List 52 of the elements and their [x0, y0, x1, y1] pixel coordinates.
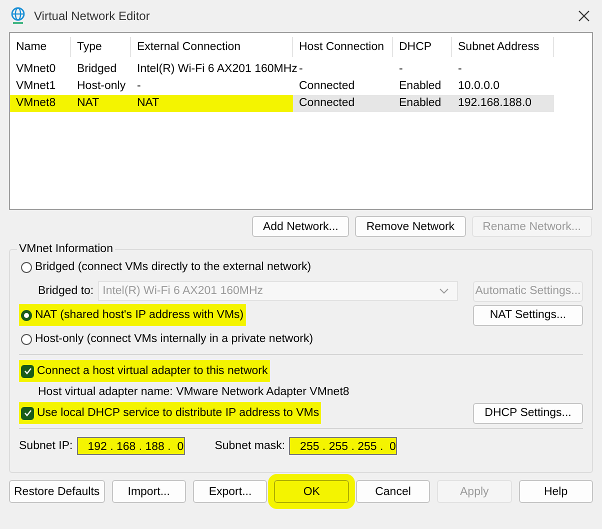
column-header[interactable]: Name: [10, 37, 71, 57]
table-cell-text: 192.168.188.0: [457, 96, 533, 111]
table-cell-text: VMnet1: [15, 79, 57, 94]
dialog-button[interactable]: Cancel: [356, 480, 430, 503]
field-label: Subnet mask:: [214, 440, 286, 452]
table-cell-text: Enabled: [398, 96, 442, 111]
table-row[interactable]: VMnet1 Host-only - Connected Enabled 10.0.0.0: [10, 78, 554, 95]
dialog-button[interactable]: Restore Defaults: [9, 480, 105, 503]
column-header[interactable]: Subnet Address: [452, 37, 554, 57]
field-label: Subnet IP:: [19, 440, 73, 452]
table-cell: VMnet8: [10, 95, 71, 112]
subnet-ip-field[interactable]: 192 . 168 . 188 . 0: [76, 437, 185, 455]
table-row[interactable]: VMnet0 Bridged Intel(R) Wi-Fi 6 AX201 160MHz- - -: [10, 61, 554, 78]
column-header[interactable]: DHCP: [393, 37, 452, 57]
globe-icon: [10, 7, 26, 25]
close-icon[interactable]: [578, 10, 590, 22]
table-row[interactable]: VMnet8 NAT NAT Connected Enabled 192.168.188.0: [10, 95, 554, 112]
table-cell: NAT: [131, 95, 293, 112]
subnet-mask-field[interactable]: 255 . 255 . 255 . 0: [289, 437, 398, 455]
table-cell-text: Connected: [298, 79, 356, 94]
table-cell-text: Connected: [298, 96, 356, 111]
table-cell: NAT: [71, 95, 131, 112]
dialog-button[interactable]: Import...: [112, 480, 186, 503]
connect-adapter-checkbox[interactable]: Connect a host virtual adapter to this network: [19, 360, 270, 382]
host-only-radio[interactable]: Host-only (connect VMs internally in a private network): [19, 328, 316, 350]
table-cell-text: 10.0.0.0: [457, 79, 501, 94]
dialog-button[interactable]: Help: [518, 480, 593, 503]
adapter-name-text: Host virtual adapter name: VMware Network Adapter VMnet8: [38, 386, 350, 398]
table-cell-text: VMnet0: [15, 62, 57, 77]
chevron-down-icon: [438, 288, 449, 294]
dhcp-checkbox[interactable]: Use local DHCP service to distribute IP address to VMs: [19, 402, 322, 424]
column-header[interactable]: Host Connection: [293, 37, 393, 57]
checkmark-icon: [22, 366, 32, 376]
checkmark-icon: [22, 408, 32, 418]
column-header[interactable]: Type: [71, 37, 131, 57]
window-title: Virtual Network Editor: [34, 9, 151, 23]
dhcp-settings-button[interactable]: DHCP Settings...: [473, 402, 583, 424]
bridged-radio[interactable]: Bridged (connect VMs directly to the external network): [19, 256, 314, 278]
table-cell-text: Host-only: [76, 79, 127, 94]
table-cell-text: -: [136, 79, 142, 94]
column-header[interactable]: External Connection: [131, 37, 293, 57]
table-cell-text: -: [457, 62, 463, 77]
network-button[interactable]: Add Network...: [252, 216, 350, 237]
table-cell-text: Bridged: [76, 62, 118, 77]
nat-settings-button[interactable]: NAT Settings...: [473, 304, 583, 326]
group-title: VMnet Information: [18, 243, 114, 255]
field-label: Bridged to:: [38, 285, 94, 297]
nat-radio[interactable]: NAT (shared host's IP address with VMs): [19, 304, 246, 326]
dialog-button[interactable]: Export...: [193, 480, 268, 503]
network-button[interactable]: Remove Network: [355, 216, 466, 237]
table-cell-text: Enabled: [398, 79, 442, 94]
table-cell-text: -: [398, 62, 404, 77]
